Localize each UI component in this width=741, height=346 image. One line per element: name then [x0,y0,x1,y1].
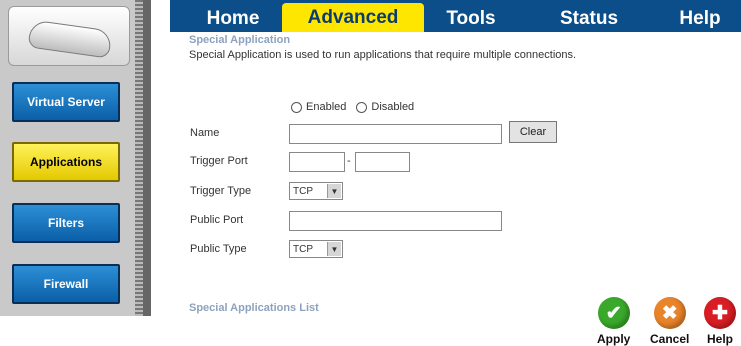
router-device-image [27,19,113,59]
clear-button[interactable]: Clear [509,121,557,143]
sidebar-item-applications[interactable]: Applications [12,142,120,182]
trigger-type-label: Trigger Type [190,185,252,197]
tab-home[interactable]: Home [188,5,278,32]
tab-label: Help [679,7,721,29]
tab-advanced[interactable]: Advanced [282,3,424,32]
tab-label: Home [206,7,260,29]
clear-label: Clear [519,126,547,138]
trigger-type-value: TCP [293,185,313,197]
trigger-port-label: Trigger Port [190,155,248,167]
special-applications-list-title: Special Applications List [189,302,319,314]
top-tab-bar: Home Advanced Tools Status Help [170,0,741,32]
cancel-label: Cancel [650,332,690,346]
sidebar-item-virtual-server[interactable]: Virtual Server [12,82,120,122]
sidebar-item-label: Firewall [43,277,89,291]
tab-tools[interactable]: Tools [432,5,510,32]
plus-icon: ✚ [704,297,736,329]
public-type-select[interactable]: TCP ▼ [289,240,343,258]
x-icon: ✖ [653,297,686,329]
cancel-button[interactable]: ✖ Cancel [650,297,689,346]
checkmark-icon: ✔ [597,297,630,329]
port-range-separator: - [347,155,351,167]
tab-label: Advanced [307,6,399,28]
enabled-radio[interactable]: Enabled [291,101,346,113]
tab-help[interactable]: Help [664,5,736,32]
radio-button[interactable] [356,101,368,113]
help-button[interactable]: ✚ Help [704,297,736,346]
sidebar-item-label: Applications [29,155,102,169]
disabled-radio[interactable]: Disabled [356,101,414,113]
disabled-label: Disabled [371,101,415,113]
name-input[interactable] [289,124,502,144]
enabled-label: Enabled [306,101,347,113]
radio-button[interactable] [291,101,302,113]
trigger-port-end-input[interactable] [355,152,410,172]
public-type-label: Public Type [190,243,247,255]
trigger-type-select[interactable]: TCP ▼ [289,182,343,200]
name-label: Name [190,127,220,139]
tab-label: Tools [446,7,496,29]
sidebar-item-filters[interactable]: Filters [12,203,120,243]
sidebar-divider [135,0,143,316]
public-port-input[interactable] [289,211,502,231]
sidebar-shadow [143,0,151,316]
chevron-down-icon[interactable]: ▼ [327,242,341,256]
public-type-value: TCP [293,243,313,255]
sidebar-item-firewall[interactable]: Firewall [12,264,120,304]
sidebar: Virtual Server Applications Filters Fire… [0,0,135,316]
tab-status[interactable]: Status [544,5,634,32]
sidebar-item-label: Virtual Server [27,95,105,109]
main-content: Special Application Special Application … [185,32,741,346]
chevron-down-icon[interactable]: ▼ [327,184,341,198]
router-logo [8,6,130,66]
tab-label: Status [559,7,619,29]
enable-radio-group: Enabled Disabled [291,101,414,113]
help-label: Help [706,332,733,346]
section-title: Special Application [189,34,291,46]
trigger-port-start-input[interactable] [289,152,345,172]
apply-label: Apply [597,332,631,346]
sidebar-item-label: Filters [47,216,84,230]
apply-button[interactable]: ✔ Apply [597,297,630,346]
section-description: Special Application is used to run appli… [189,49,577,61]
public-port-label: Public Port [190,214,244,226]
